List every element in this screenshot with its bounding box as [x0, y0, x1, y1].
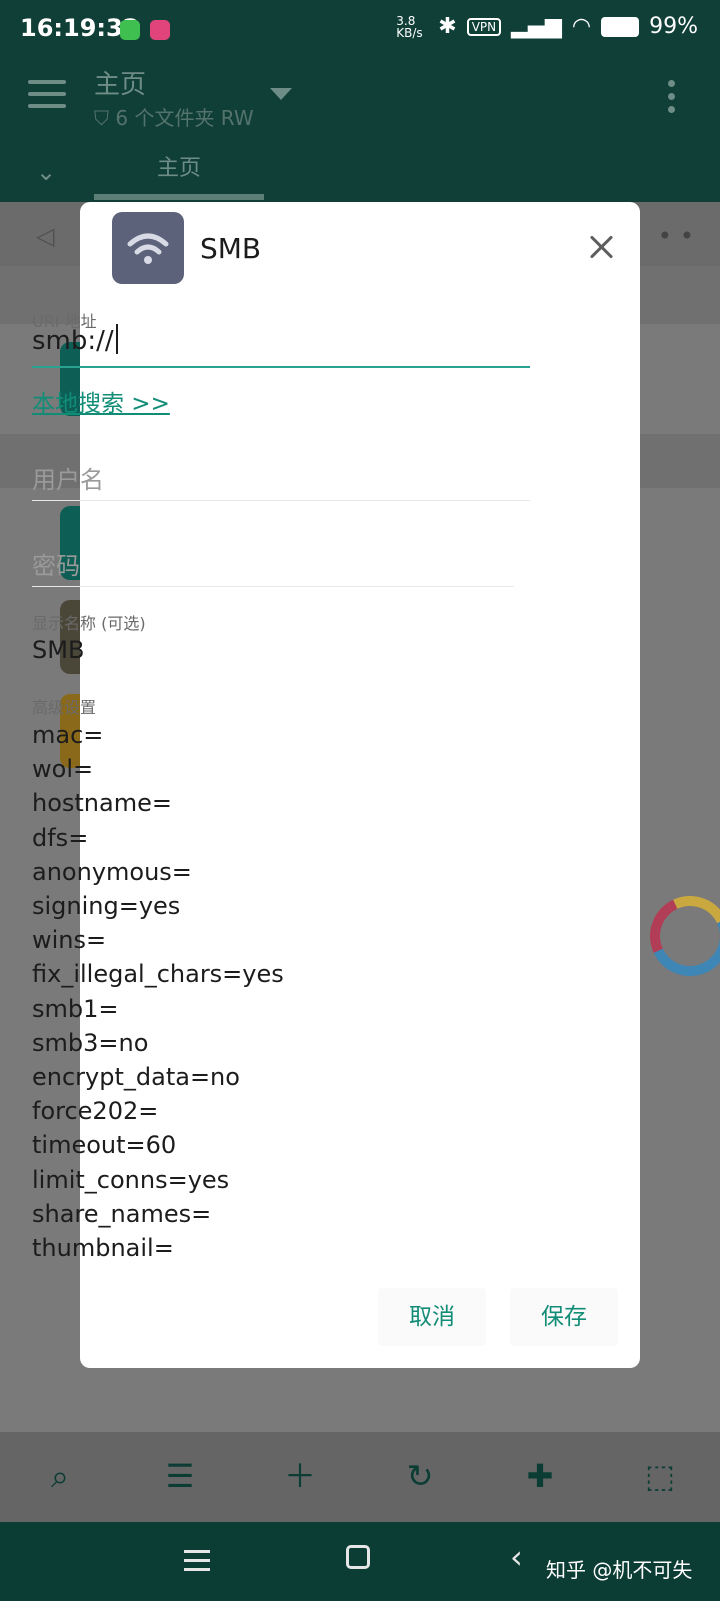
cancel-button[interactable]: 取消 [378, 1288, 486, 1346]
dropdown-caret-icon[interactable] [270, 88, 292, 100]
search-icon[interactable]: ⌕ [40, 1456, 80, 1496]
back-arrow-icon[interactable]: ◁ [36, 222, 54, 250]
password-underline [32, 586, 514, 587]
puzzle-icon[interactable]: ✚ [520, 1456, 560, 1496]
display-name-label: 显示名称 (可选) [32, 614, 146, 633]
display-name-input[interactable]: SMB [32, 636, 84, 664]
signal-icon: ▂▄▆ [511, 14, 562, 39]
battery-percent: 99% [649, 14, 698, 39]
shield-app-icon [120, 20, 140, 40]
select-all-icon[interactable]: ⬚ [640, 1456, 680, 1496]
app-title: 主页 [94, 70, 147, 100]
advanced-settings-textarea[interactable]: mac= wol= hostname= dfs= anonymous= sign… [32, 718, 530, 1265]
home-icon[interactable] [346, 1545, 370, 1569]
chevron-down-icon[interactable]: ⌄ [36, 158, 56, 186]
password-field[interactable]: 密码 [32, 546, 80, 581]
status-indicators: 3.8 KB/s ✱ VPN ▂▄▆ ◠ 99% [396, 14, 698, 39]
wifi-icon: ◠ [571, 14, 592, 39]
battery-icon [601, 16, 640, 37]
bluetooth-icon: ✱ [438, 14, 457, 39]
notification-app-icon [150, 20, 170, 40]
dialog-title: SMB [200, 232, 262, 265]
list-icon[interactable]: ☰ [160, 1456, 200, 1496]
username-underline [32, 500, 530, 501]
username-field[interactable]: 用户名 [32, 460, 104, 495]
recent-apps-icon[interactable] [184, 1550, 210, 1577]
advanced-settings-label: 高级设置 [32, 698, 97, 717]
local-search-link[interactable]: 本地搜索 >> [32, 384, 170, 418]
vpn-badge: VPN [466, 17, 502, 36]
uri-input-underline [32, 366, 530, 368]
loading-ring-icon [638, 884, 720, 988]
watermark: 知乎 @机不可失 [546, 1558, 693, 1582]
bottom-toolbar [0, 1432, 720, 1524]
save-button[interactable]: 保存 [510, 1288, 618, 1346]
net-speed: 3.8 KB/s [396, 13, 423, 40]
menu-icon[interactable] [28, 80, 66, 110]
wifi-icon [112, 212, 184, 284]
app-subtitle: ⛉ 6 个文件夹 RW [94, 106, 254, 130]
tab-indicator [94, 194, 264, 200]
add-icon[interactable]: ＋ [280, 1456, 320, 1496]
uri-input[interactable]: smb:// [32, 324, 530, 364]
status-bar: 16:19:32 3.8 KB/s ✱ VPN ▂▄▆ ◠ 99% [0, 0, 720, 60]
more-options-icon[interactable] [668, 80, 676, 119]
refresh-icon[interactable]: ↻ [400, 1456, 440, 1496]
back-icon[interactable]: ‹ [510, 1538, 523, 1576]
path-more-icon[interactable]: •• [658, 222, 702, 250]
close-icon[interactable] [586, 232, 616, 262]
